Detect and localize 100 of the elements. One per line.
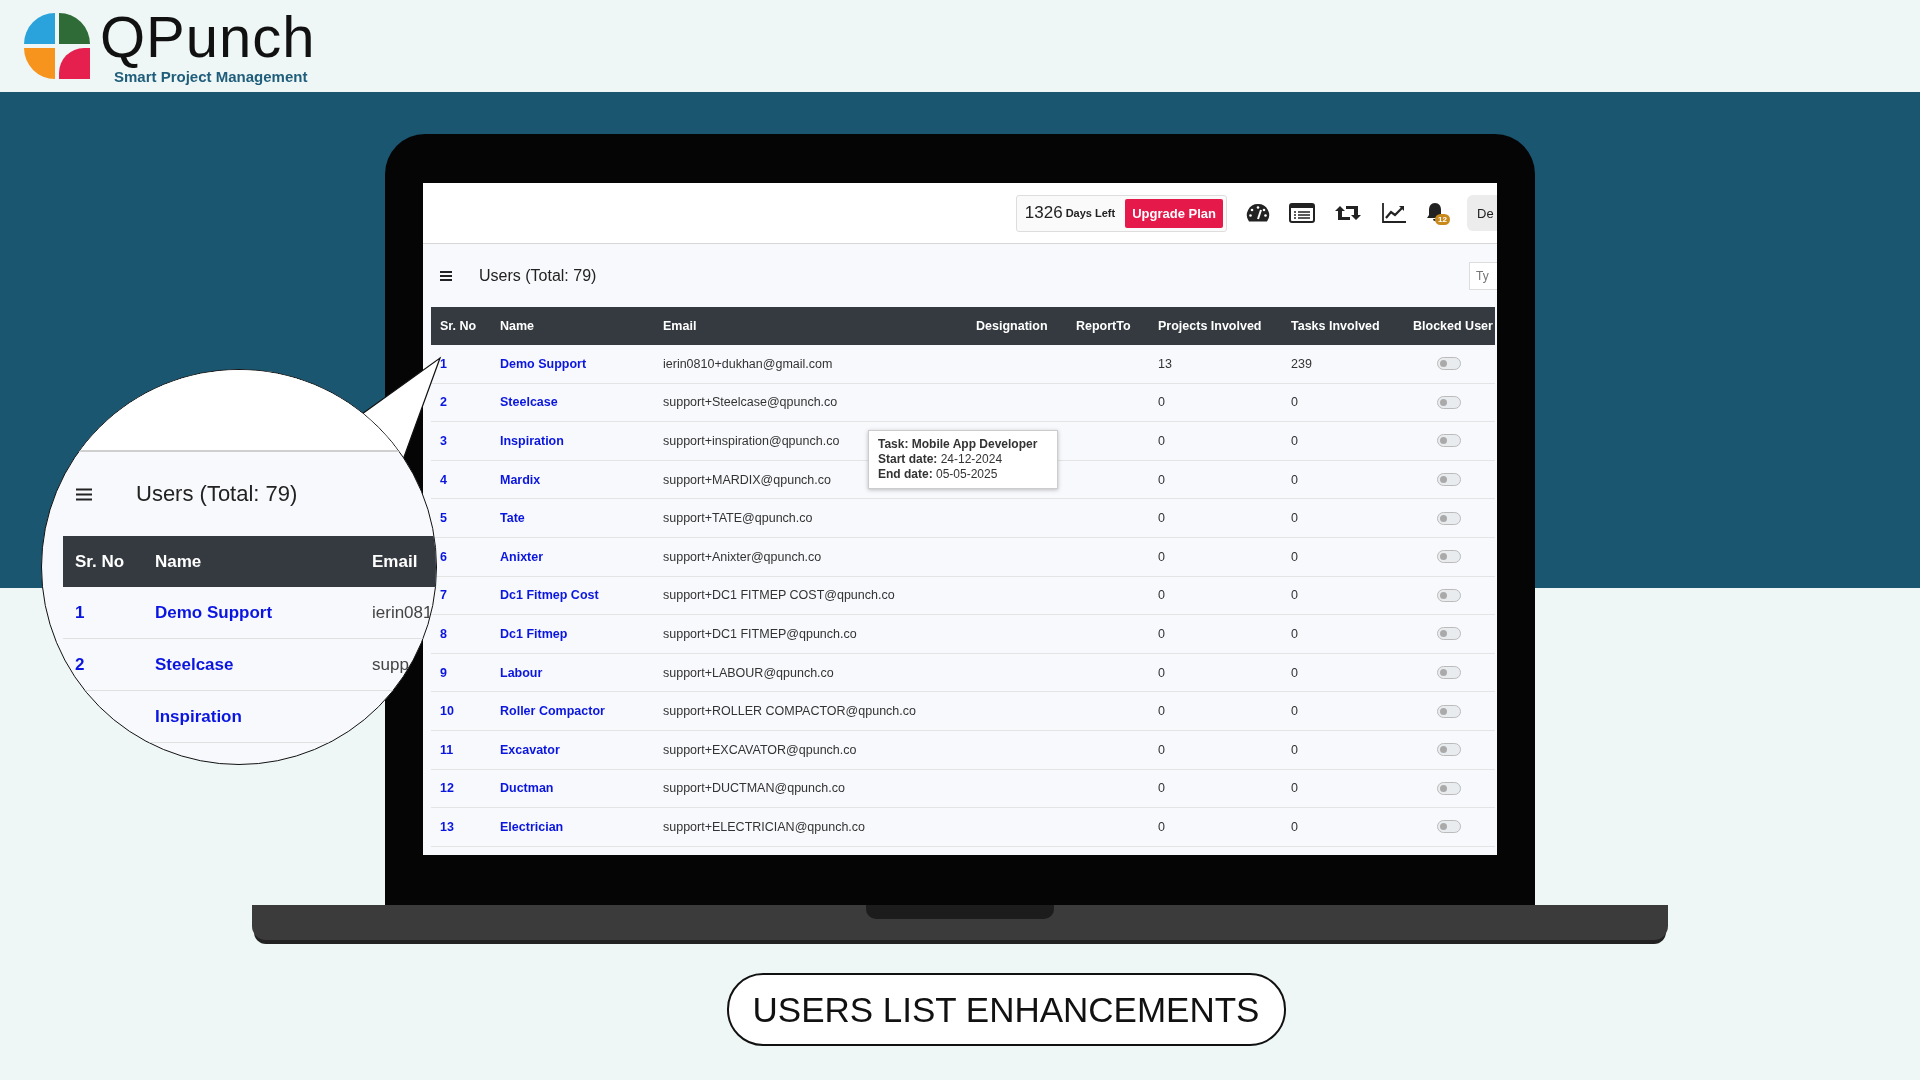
blocked-toggle[interactable] (1437, 743, 1461, 757)
blocked-toggle[interactable] (1437, 434, 1461, 448)
table-cell-text: 0 (1158, 781, 1166, 796)
column-header: Tasks Involved (1291, 319, 1381, 333)
user-name-link[interactable]: Ductman (500, 781, 554, 796)
email-cell: support+DUCTMAN@qpunch.co (663, 781, 845, 796)
table-cell-text: 0 (1158, 395, 1166, 410)
user-name-link[interactable]: Steelcase (500, 395, 558, 410)
blocked-toggle[interactable] (1437, 781, 1461, 795)
row-number: 1 (74, 602, 86, 623)
blocked-toggle[interactable] (1437, 511, 1461, 525)
tooltip-text: Start date: 24-12-2024 (878, 452, 1004, 467)
table-cell-text: 0 (1158, 819, 1166, 834)
table-cell-text: 0 (1291, 704, 1299, 719)
email-cell: support+inspiration@qpunch.co (663, 434, 840, 448)
table-cell-text: 0 (1158, 626, 1166, 641)
email-cell-text: supp (372, 654, 410, 675)
blocked-toggle[interactable] (1437, 820, 1461, 834)
row-number: 5 (439, 511, 448, 526)
table-cell-text: 0 (1291, 511, 1299, 526)
email-cell: support+MARDIX@qpunch.co (663, 472, 831, 487)
blocked-toggle[interactable] (1437, 395, 1461, 409)
user-name-link[interactable]: Excavator (500, 742, 560, 757)
table-cell-text: 0 (1291, 781, 1299, 796)
blocked-toggle[interactable] (1437, 357, 1461, 371)
email-cell: support+EXCAVATOR@qpunch.co (663, 742, 857, 757)
email-cell: ierin0810+dukhan@gmail.com (663, 356, 833, 371)
user-name-link[interactable]: Electrician (500, 819, 564, 834)
row-number: 6 (439, 549, 448, 564)
column-header: Email (663, 319, 698, 333)
upgrade-plan-button[interactable]: Upgrade Plan (1125, 198, 1223, 228)
list-icon[interactable] (1289, 203, 1315, 223)
user-name-link[interactable]: Steelcase (155, 654, 372, 675)
blocked-toggle[interactable] (1437, 588, 1461, 602)
blocked-toggle[interactable] (1437, 627, 1461, 641)
table-cell-text: 0 (1291, 395, 1299, 410)
user-name-link[interactable]: Labour (500, 665, 543, 680)
user-name-link[interactable]: Inspiration (155, 706, 372, 727)
table-cell-text: 0 (1158, 665, 1166, 680)
row-number: 11 (439, 742, 455, 757)
column-header: Sr. No (439, 319, 478, 333)
email-cell: support+Steelcase@qpunch.co (663, 395, 838, 410)
column-header: ReportTo (1076, 319, 1132, 333)
user-menu-button[interactable]: De (1467, 195, 1497, 231)
blocked-toggle[interactable] (1437, 704, 1461, 718)
table-cell-text: 0 (1158, 704, 1166, 719)
email-cell: support+DC1 FITMEP COST@qpunch.co (663, 588, 895, 603)
email-cell: support+ELECTRICIAN@qpunch.co (663, 819, 866, 834)
table-cell-text: 13 (1158, 356, 1173, 371)
table-cell-text: 0 (1291, 819, 1299, 834)
user-name-link[interactable]: Tate (500, 511, 525, 526)
blocked-toggle[interactable] (1437, 550, 1461, 564)
user-name-link[interactable]: Mardix (500, 472, 541, 487)
row-number: 2 (74, 654, 86, 675)
row-number: 7 (439, 588, 448, 603)
column-header: Name (500, 319, 536, 333)
search-field[interactable]: Ty (1469, 261, 1497, 290)
row-number: 4 (439, 472, 448, 487)
user-name-link[interactable]: Anixter (500, 549, 544, 564)
table-cell-text: 0 (1291, 472, 1299, 487)
blocked-toggle[interactable] (1437, 473, 1461, 487)
line-chart-icon[interactable] (1381, 202, 1407, 224)
gauge-icon[interactable] (1246, 203, 1270, 223)
email-cell: support+Anixter@qpunch.co (663, 549, 822, 564)
user-name-link[interactable]: Demo Support (500, 356, 587, 371)
days-left-count: 1326 (1024, 203, 1063, 223)
table-cell-text: 0 (1291, 434, 1299, 448)
user-name-link[interactable]: Inspiration (500, 434, 564, 448)
brand-name: QPunch (100, 7, 316, 66)
table-cell-text: 0 (1291, 665, 1299, 680)
column-header: Projects Involved (1158, 319, 1263, 333)
row-number: 9 (439, 665, 448, 680)
page-title: Users (Total: 79) (136, 481, 298, 507)
blocked-toggle[interactable] (1437, 666, 1461, 680)
row-number: 10 (439, 704, 455, 719)
email-cell: support+DC1 FITMEP@qpunch.co (663, 626, 857, 641)
table-cell-text: 0 (1158, 434, 1166, 448)
table-cell-text: 0 (1291, 588, 1299, 603)
user-name-link[interactable]: Demo Support (155, 602, 372, 623)
menu-icon[interactable] (440, 270, 452, 281)
logo-icon (22, 11, 92, 81)
row-number: 8 (439, 626, 448, 641)
table-cell-text: 0 (1158, 511, 1166, 526)
column-header: Designation (976, 319, 1049, 333)
retweet-icon[interactable] (1334, 203, 1362, 223)
menu-icon (76, 487, 92, 501)
table-cell-text: 0 (1158, 588, 1166, 603)
user-name-link[interactable]: Dc1 Fitmep Cost (500, 588, 599, 603)
email-cell: support+LABOUR@qpunch.co (663, 665, 834, 680)
user-name-link[interactable]: Dc1 Fitmep (500, 626, 568, 641)
table-cell-text: 0 (1291, 549, 1299, 564)
row-number: 3 (439, 434, 448, 448)
row-number: 2 (439, 395, 448, 410)
table-cell-text: 0 (1158, 742, 1166, 757)
table-cell-text: 0 (1158, 549, 1166, 564)
column-header: Name (155, 551, 203, 572)
column-header: Sr. No (74, 551, 126, 572)
table-cell-text: 239 (1291, 356, 1313, 371)
user-name-link[interactable]: Roller Compactor (500, 704, 605, 719)
tooltip-text: End date: 05-05-2025 (878, 467, 999, 482)
